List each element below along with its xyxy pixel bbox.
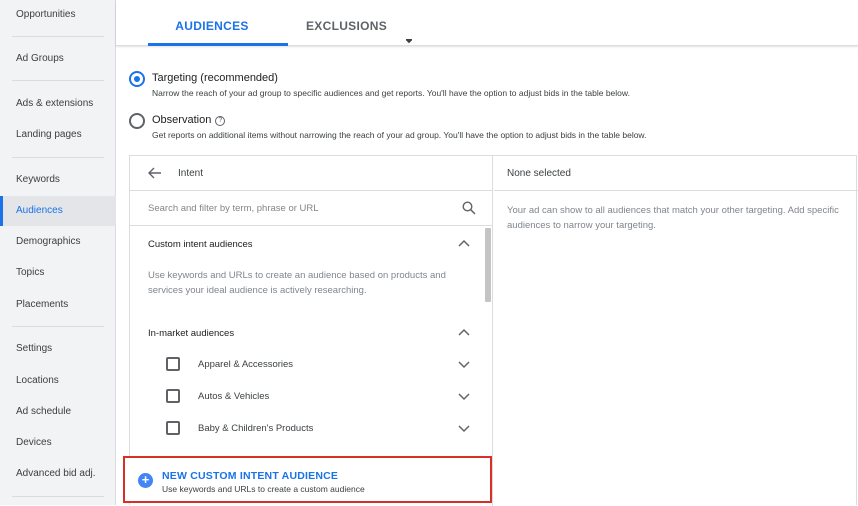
- active-tab-indicator: [148, 43, 288, 46]
- list-item[interactable]: Autos & Vehicles: [166, 386, 476, 408]
- category-checkbox[interactable]: [166, 389, 180, 403]
- audience-picker-panel: Intent Custom intent audiences Use keywo…: [129, 155, 858, 506]
- sidebar-divider: [12, 36, 104, 37]
- list-item[interactable]: Apparel & Accessories: [166, 354, 476, 376]
- chevron-down-icon[interactable]: [458, 425, 470, 433]
- sidebar-item-opportunities[interactable]: Opportunities: [0, 0, 116, 30]
- search-icon[interactable]: [462, 201, 476, 215]
- targeting-radio[interactable]: [129, 71, 145, 87]
- in-market-section-title[interactable]: In-market audiences: [148, 328, 234, 339]
- targeting-title: Targeting (recommended): [152, 72, 278, 84]
- observation-description: Get reports on additional items without …: [152, 130, 647, 140]
- category-label: Autos & Vehicles: [198, 391, 270, 402]
- observation-title-row: Observation?: [152, 114, 226, 126]
- sidebar-item-keywords[interactable]: Keywords: [0, 165, 116, 195]
- new-custom-intent-audience-button[interactable]: + NEW CUSTOM INTENT AUDIENCE Use keyword…: [123, 456, 492, 503]
- tab-exclusions[interactable]: EXCLUSIONS: [306, 0, 406, 46]
- sidebar-item-advanced-bid-adj[interactable]: Advanced bid adj.: [0, 459, 116, 489]
- breadcrumb-intent: Intent: [178, 168, 204, 179]
- selected-empty-description: Your ad can show to all audiences that m…: [507, 205, 839, 231]
- sidebar-item-ad-schedule[interactable]: Ad schedule: [0, 397, 116, 427]
- tab-audiences[interactable]: AUDIENCES: [148, 0, 276, 46]
- category-label: Baby & Children's Products: [198, 423, 314, 434]
- browse-pane: Intent Custom intent audiences Use keywo…: [130, 156, 493, 506]
- new-custom-intent-subtitle: Use keywords and URLs to create a custom…: [162, 484, 365, 494]
- sidebar-item-ad-groups[interactable]: Ad Groups: [0, 44, 116, 74]
- custom-intent-description: Use keywords and URLs to create an audie…: [148, 270, 446, 296]
- targeting-description: Narrow the reach of your ad group to spe…: [152, 88, 630, 98]
- clipped-heading-fragment: [406, 39, 412, 46]
- sidebar-divider: [12, 496, 104, 497]
- observation-title: Observation: [152, 114, 212, 126]
- category-checkbox[interactable]: [166, 357, 180, 371]
- list-item[interactable]: Baby & Children's Products: [166, 418, 476, 440]
- chevron-up-icon[interactable]: [458, 328, 470, 336]
- sidebar-item-placements[interactable]: Placements: [0, 290, 116, 320]
- sidebar-item-landing-pages[interactable]: Landing pages: [0, 120, 116, 150]
- sidebar-item-ads-extensions[interactable]: Ads & extensions: [0, 89, 116, 119]
- search-row: [130, 191, 493, 226]
- sidebar-item-topics[interactable]: Topics: [0, 258, 116, 288]
- search-input[interactable]: [148, 199, 448, 217]
- add-icon[interactable]: +: [138, 473, 153, 488]
- help-icon[interactable]: ?: [215, 116, 226, 126]
- category-label: Apparel & Accessories: [198, 359, 294, 370]
- sidebar-divider: [12, 326, 104, 327]
- sidebar-item-demographics[interactable]: Demographics: [0, 227, 116, 257]
- sidebar-item-settings[interactable]: Settings: [0, 334, 116, 364]
- observation-radio[interactable]: [129, 113, 145, 129]
- selected-header: None selected: [494, 156, 858, 191]
- sidebar-item-locations[interactable]: Locations: [0, 366, 116, 396]
- sidebar-nav: Opportunities Ad Groups Ads & extensions…: [0, 0, 116, 505]
- chevron-up-icon[interactable]: [458, 239, 470, 247]
- selected-count-label: None selected: [507, 168, 571, 179]
- custom-intent-section-title[interactable]: Custom intent audiences: [148, 239, 253, 250]
- scrollbar-thumb[interactable]: [485, 228, 491, 302]
- tab-bar: AUDIENCES EXCLUSIONS: [116, 0, 858, 46]
- sidebar-item-devices[interactable]: Devices: [0, 428, 116, 458]
- back-arrow-icon[interactable]: [148, 167, 162, 179]
- sidebar-item-audiences[interactable]: Audiences: [0, 196, 116, 226]
- browse-header: Intent: [130, 156, 493, 191]
- sidebar-divider: [12, 157, 104, 158]
- chevron-down-icon[interactable]: [458, 393, 470, 401]
- sidebar-divider: [12, 80, 104, 81]
- chevron-down-icon[interactable]: [458, 361, 470, 369]
- new-custom-intent-title[interactable]: NEW CUSTOM INTENT AUDIENCE: [162, 470, 338, 482]
- category-checkbox[interactable]: [166, 421, 180, 435]
